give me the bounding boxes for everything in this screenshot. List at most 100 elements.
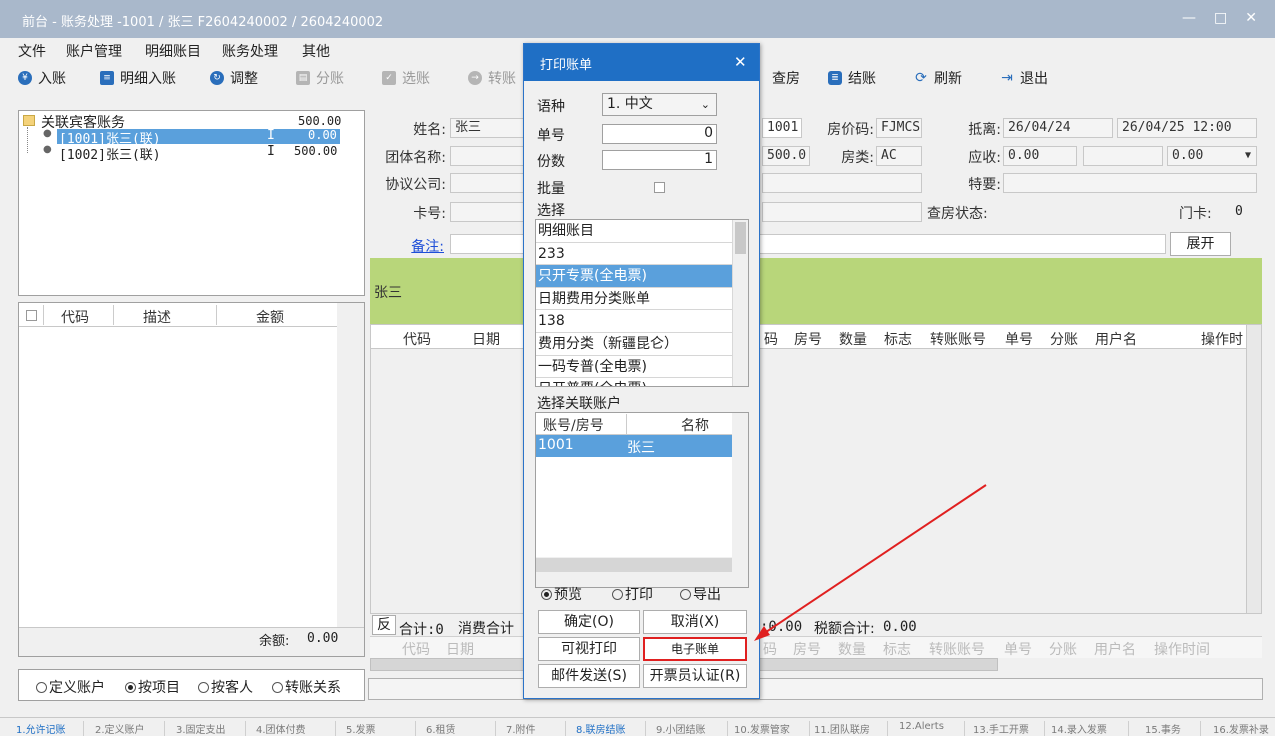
adjust-button[interactable]: ↻ 调整: [210, 68, 258, 88]
tab-group-payment[interactable]: 4.团体付费: [256, 721, 336, 736]
dialog-close-icon[interactable]: ✕: [734, 53, 747, 71]
refresh-button[interactable]: ⟳ 刷新: [914, 68, 962, 88]
receivable-field[interactable]: 0.00: [1003, 146, 1077, 166]
departure-field[interactable]: 26/04/25 12:00: [1117, 118, 1257, 138]
account-no: 1001: [538, 437, 574, 453]
annotation-arrow-head: [754, 626, 770, 641]
menu-account-processing[interactable]: 账务处理: [222, 41, 278, 61]
list-scrollbar[interactable]: [732, 220, 748, 386]
rate-code-field[interactable]: FJMCS: [876, 118, 922, 138]
tab-lease[interactable]: 6.租赁: [426, 721, 496, 736]
receivable-select[interactable]: 0.00 ▼: [1167, 146, 1257, 166]
tab-small-group-checkout[interactable]: 9.小团结账: [656, 721, 728, 736]
remark-link[interactable]: 备注:: [369, 236, 444, 256]
detail-post-button[interactable]: ≡ 明细入账: [100, 68, 176, 88]
agreement-field[interactable]: [450, 173, 530, 193]
tab-define-account[interactable]: 2.定义账户: [95, 721, 165, 736]
tree-item-1002[interactable]: [1002]张三(联): [59, 144, 161, 163]
empty-field[interactable]: [762, 173, 922, 193]
room-type-field[interactable]: AC: [876, 146, 922, 166]
menu-file[interactable]: 文件: [18, 41, 46, 61]
batch-checkbox[interactable]: [654, 182, 665, 193]
vertical-scrollbar[interactable]: [1246, 325, 1261, 613]
radio-by-guest[interactable]: 按客人: [198, 677, 253, 697]
minimize-button[interactable]: —: [1182, 10, 1196, 26]
door-card-label: 门卡:: [1179, 206, 1212, 222]
language-select[interactable]: 1. 中文 ⌄: [602, 93, 717, 116]
transfer-button[interactable]: → 转账: [468, 68, 516, 88]
tab-fixed-expense[interactable]: 3.固定支出: [176, 721, 246, 736]
tab-enter-invoice[interactable]: 14.录入发票: [1051, 721, 1129, 736]
linked-account-row[interactable]: 1001 张三: [536, 435, 732, 457]
expand-button[interactable]: 展开: [1170, 232, 1231, 256]
settle-button[interactable]: ≣ 结账: [828, 68, 876, 88]
copies-field[interactable]: 1: [602, 150, 717, 170]
email-send-button[interactable]: 邮件发送(S): [538, 664, 640, 688]
col-divider: [216, 305, 217, 325]
maximize-button[interactable]: □: [1214, 10, 1227, 26]
tree-root-amount: 500.00: [298, 114, 342, 128]
cancel-button[interactable]: 取消(X): [643, 610, 747, 634]
radio-define-account[interactable]: 定义账户: [36, 677, 105, 697]
special-field[interactable]: [1003, 173, 1257, 193]
tab-team-linked-room[interactable]: 11.团队联房: [814, 721, 888, 736]
bill-type-list[interactable]: 明细账目 233 只开专票(全电票) 日期费用分类账单 138 费用分类（新疆昆…: [535, 219, 749, 387]
tab-allow-posting[interactable]: 1.允许记账: [16, 721, 84, 736]
rate-field[interactable]: 500.0: [762, 146, 810, 166]
tab-invoice[interactable]: 5.发票: [346, 721, 416, 736]
group-field[interactable]: [450, 146, 530, 166]
tab-manual-invoice[interactable]: 13.手工开票: [973, 721, 1045, 736]
radio-transfer-relation[interactable]: 转账关系: [272, 677, 341, 697]
menu-detail-items[interactable]: 明细账目: [145, 41, 201, 61]
horizontal-scrollbar[interactable]: [536, 558, 732, 572]
tab-alerts[interactable]: 12.Alerts: [899, 721, 965, 736]
list-item[interactable]: 日开普票(全电票): [536, 378, 748, 386]
confirm-button[interactable]: 确定(O): [538, 610, 640, 634]
room-number-field[interactable]: 1001: [762, 118, 802, 138]
radio-print[interactable]: 打印: [612, 584, 653, 604]
receivable-extra-field[interactable]: [1083, 146, 1163, 166]
checkroom-button[interactable]: 查房: [772, 68, 800, 88]
tab-transaction[interactable]: 15.事务: [1145, 721, 1201, 736]
arrival-field[interactable]: 26/04/24 23:59: [1003, 118, 1113, 138]
split-button[interactable]: ▤ 分账: [296, 68, 344, 88]
linked-account-grid[interactable]: 账号/房号 名称 1001 张三: [535, 412, 749, 588]
col-user: 用户名: [1094, 642, 1136, 658]
list-item-selected[interactable]: 只开专票(全电票): [536, 265, 748, 288]
visual-print-button[interactable]: 可视打印: [538, 637, 640, 661]
invoice-auth-button[interactable]: 开票员认证(R): [643, 664, 747, 688]
list-item[interactable]: 一码专普(全电票): [536, 356, 748, 379]
tab-invoice-supplement[interactable]: 16.发票补录: [1213, 721, 1275, 736]
list-item[interactable]: 明细账目: [536, 220, 748, 243]
exit-button[interactable]: ⇥ 退出: [1000, 68, 1048, 88]
radio-preview[interactable]: 预览: [541, 584, 582, 604]
select-all-checkbox[interactable]: [26, 310, 37, 321]
tree-item-1002-flag: I: [267, 144, 275, 159]
name-field[interactable]: 张三: [450, 118, 530, 138]
menu-account-management[interactable]: 账户管理: [66, 41, 122, 61]
radio-by-item[interactable]: 按项目: [125, 677, 180, 697]
scrollbar-thumb[interactable]: [735, 222, 746, 254]
close-button[interactable]: ✕: [1245, 10, 1257, 26]
item-grid-body[interactable]: [19, 327, 337, 627]
tab-invoice-manager[interactable]: 10.发票管家: [734, 721, 810, 736]
select-button[interactable]: ✓ 选账: [382, 68, 430, 88]
menu-other[interactable]: 其他: [302, 41, 330, 61]
radio-icon: [272, 682, 283, 693]
list-item[interactable]: 费用分类（新疆昆仑）: [536, 333, 748, 356]
list-item[interactable]: 233: [536, 243, 748, 266]
reverse-button[interactable]: 反: [372, 615, 396, 635]
e-bill-button[interactable]: 电子账单: [643, 637, 747, 661]
card-field[interactable]: [450, 202, 530, 222]
checkroom-label: 查房: [772, 71, 800, 87]
radio-export[interactable]: 导出: [680, 584, 721, 604]
list-item[interactable]: 138: [536, 310, 748, 333]
col-quantity: 数量: [839, 332, 867, 348]
bill-no-field[interactable]: 0: [602, 124, 717, 144]
list-item[interactable]: 日期费用分类账单: [536, 288, 748, 311]
tab-attachment[interactable]: 7.附件: [506, 721, 566, 736]
tab-linked-room-checkout[interactable]: 8.联房结账: [576, 721, 646, 736]
adjust-icon: ↻: [210, 71, 224, 85]
empty-field[interactable]: [762, 202, 922, 222]
post-button[interactable]: ¥ 入账: [18, 68, 66, 88]
